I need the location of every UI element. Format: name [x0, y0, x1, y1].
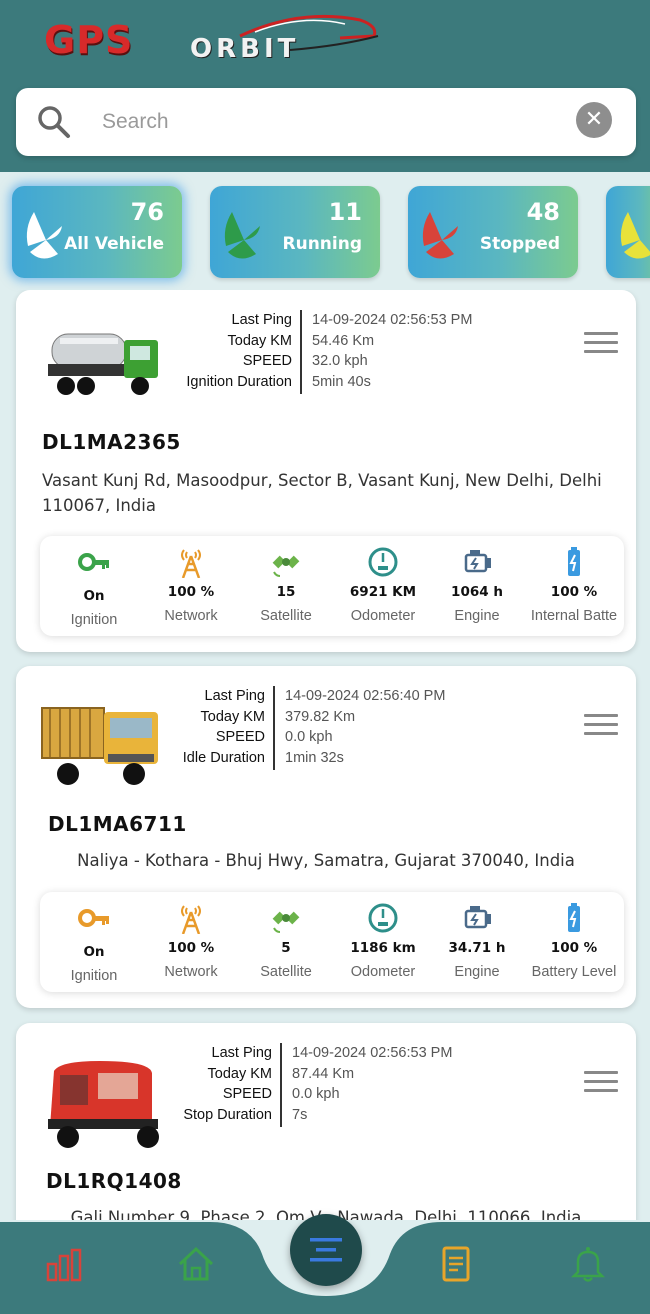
stat-odometer: 1186 km Odometer — [335, 892, 431, 992]
filter-count: 11 — [328, 198, 362, 226]
tower-icon — [181, 905, 201, 934]
auto-rickshaw-image — [48, 1061, 159, 1148]
clear-search-button[interactable]: ✕ — [576, 102, 612, 138]
filter-count: 48 — [526, 198, 560, 226]
info-key-last-ping: Last Ping — [231, 312, 292, 328]
satellite-icon — [272, 555, 300, 577]
list-icon — [310, 1238, 342, 1262]
vehicle-plate: DL1MA6711 — [48, 812, 187, 836]
vehicle-plate: DL1RQ1408 — [46, 1169, 182, 1193]
card-menu-button[interactable] — [584, 332, 618, 356]
stats-icon[interactable] — [44, 1244, 84, 1284]
filter-label: Running — [282, 234, 363, 254]
filter-stopped[interactable]: 48 Stopped — [408, 186, 578, 278]
last-ping-value: 14-09-2024 02:56:53 PM — [312, 312, 473, 328]
stat-ignition: On Ignition — [46, 536, 142, 636]
filter-all-vehicle[interactable]: 76 All Vehicle — [12, 186, 182, 278]
battery-icon — [568, 903, 580, 932]
satellite-icon — [272, 911, 300, 933]
today-km-value: 54.46 Km — [312, 332, 375, 349]
filter-label: Stopped — [479, 234, 560, 254]
vehicle-card[interactable]: Last Ping Today KM SPEED Stop Duration 1… — [16, 1023, 636, 1220]
stat-satellite: 5 Satellite — [238, 892, 334, 992]
vehicle-card[interactable]: Last Ping Today KM SPEED Idle Duration 1… — [16, 666, 636, 1008]
pie-icon — [26, 212, 62, 259]
card-menu-button[interactable] — [584, 1071, 618, 1095]
info-key-today-km: Today KM — [227, 332, 292, 349]
filter-count: 76 — [130, 198, 164, 226]
stat-battery: 100 % Battery Level — [526, 892, 622, 992]
bottom-navigation — [0, 1214, 650, 1314]
filter-more[interactable] — [606, 186, 650, 278]
tower-icon — [181, 549, 201, 578]
search-input[interactable] — [102, 102, 542, 142]
filter-running[interactable]: 11 Running — [210, 186, 380, 278]
info-key-duration: Ignition Duration — [186, 373, 292, 390]
filter-label: All Vehicle — [64, 234, 164, 254]
bell-icon[interactable] — [568, 1244, 608, 1284]
pie-icon — [224, 212, 260, 259]
info-keys: Last Ping Today KM SPEED Ignition Durati… — [156, 310, 292, 392]
stat-network: 100 % Network — [143, 892, 239, 992]
app-header: GPS ORBIT ✕ — [0, 0, 650, 172]
engine-icon — [464, 550, 491, 573]
stat-engine: 1064 h Engine — [429, 536, 525, 636]
pie-icon — [620, 212, 650, 259]
logo-gps-text: GPS — [44, 18, 134, 62]
status-filters: 76 All Vehicle 11 Running 48 Stopped — [0, 186, 650, 280]
search-bar: ✕ — [16, 88, 636, 156]
info-values: 14-09-2024 02:56:53 PM 87.44 Km 0.0 kph … — [292, 1045, 453, 1123]
duration-value: 5min 40s — [312, 373, 371, 390]
report-icon[interactable] — [436, 1244, 476, 1284]
divider — [273, 686, 275, 770]
info-key-speed: SPEED — [242, 353, 292, 369]
gps-orbit-logo: GPS ORBIT — [40, 6, 380, 70]
odometer-icon — [368, 903, 398, 933]
vehicle-list: Last Ping Today KM SPEED Ignition Durati… — [0, 290, 650, 1220]
stat-network: 100 % Network — [143, 536, 239, 636]
close-icon: ✕ — [584, 107, 604, 132]
pie-icon — [422, 212, 458, 259]
stat-ignition: On Ignition — [46, 892, 142, 992]
info-values: 14-09-2024 02:56:40 PM 379.82 Km 0.0 kph… — [285, 688, 446, 766]
info-keys: Last Ping Today KM SPEED Stop Duration — [183, 1045, 272, 1123]
list-menu-button[interactable] — [290, 1214, 362, 1286]
tanker-truck-image — [48, 333, 158, 395]
vehicle-stats: On Ignition 100 % Network 15 Satellite 6… — [40, 536, 624, 636]
info-values: 14-09-2024 02:56:53 PM 54.46 Km 32.0 kph… — [312, 310, 472, 392]
logo-orbit-text: ORBIT — [190, 34, 300, 64]
vehicle-address: Naliya - Kothara - Bhuj Hwy, Samatra, Gu… — [77, 851, 575, 870]
stat-engine: 34.71 h Engine — [429, 892, 525, 992]
info-keys: Last Ping Today KM SPEED Idle Duration — [182, 688, 265, 766]
divider — [300, 310, 302, 394]
home-icon[interactable] — [176, 1244, 216, 1284]
vehicle-card[interactable]: Last Ping Today KM SPEED Ignition Durati… — [16, 290, 636, 652]
stat-battery: 100 % Internal Batte — [526, 536, 622, 636]
divider — [280, 1043, 282, 1127]
odometer-icon — [368, 547, 398, 577]
speed-value: 32.0 kph — [312, 353, 368, 369]
key-icon — [78, 553, 109, 571]
vehicle-address: Vasant Kunj Rd, Masoodpur, Sector B, Vas… — [42, 471, 602, 515]
vehicle-stats: On Ignition 100 % Network 5 Satellite 11… — [40, 892, 624, 992]
engine-icon — [464, 906, 491, 929]
battery-icon — [568, 547, 580, 576]
key-icon — [78, 909, 109, 927]
stat-odometer: 6921 KM Odometer — [335, 536, 431, 636]
stat-satellite: 15 Satellite — [238, 536, 334, 636]
search-icon — [38, 106, 70, 138]
vehicle-plate: DL1MA2365 — [42, 430, 181, 454]
card-menu-button[interactable] — [584, 714, 618, 738]
